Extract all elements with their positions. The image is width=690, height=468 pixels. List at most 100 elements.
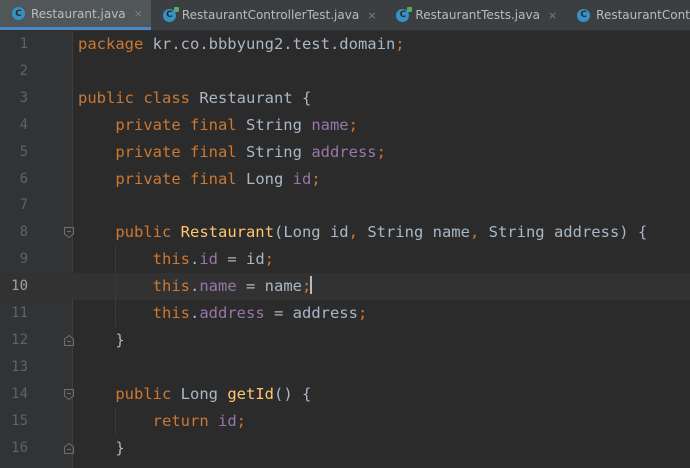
code-line[interactable]: 13 bbox=[0, 354, 690, 381]
keyword-token: ; bbox=[357, 304, 368, 322]
code-line[interactable]: 15 return id; bbox=[0, 408, 690, 435]
field-token: id bbox=[292, 169, 312, 188]
code-line[interactable]: 3 public class Restaurant { bbox=[0, 85, 690, 112]
code-line[interactable]: 2 bbox=[0, 58, 690, 85]
code-line[interactable]: 16 } bbox=[0, 435, 690, 462]
code-token: Long bbox=[245, 169, 293, 188]
code-line[interactable]: 14 public Long getId() { bbox=[0, 381, 690, 408]
code-text: private final String address; bbox=[78, 139, 386, 166]
tab-restaurant[interactable]: C Restaurant.java × bbox=[0, 0, 151, 30]
line-number: 16 bbox=[11, 439, 28, 456]
code-token: . bbox=[189, 277, 200, 296]
keyword-token: private final bbox=[78, 169, 246, 188]
keyword-token: return bbox=[78, 411, 218, 430]
fold-marker-icon[interactable] bbox=[64, 334, 74, 346]
tab-restaurantcontrollertest[interactable]: C RestaurantControllerTest.java × bbox=[151, 0, 385, 30]
code-line[interactable]: 8 public Restaurant(Long id, String name… bbox=[0, 219, 690, 246]
test-class-icon: C bbox=[162, 6, 179, 22]
line-number: 2 bbox=[19, 62, 28, 79]
fold-marker-icon[interactable] bbox=[64, 227, 74, 239]
keyword-token: private final bbox=[78, 142, 246, 161]
keyword-token: public bbox=[78, 384, 181, 403]
line-number: 15 bbox=[11, 412, 28, 429]
keyword-token: public bbox=[78, 223, 181, 242]
keyword-token: ; bbox=[348, 115, 358, 134]
code-token: . bbox=[189, 250, 200, 269]
code-text: this.id = id; bbox=[78, 246, 274, 273]
line-number: 9 bbox=[19, 251, 28, 268]
code-text: return id; bbox=[78, 408, 246, 435]
line-number: 14 bbox=[11, 385, 28, 402]
code-line[interactable]: 12 } bbox=[0, 327, 690, 354]
close-icon[interactable]: × bbox=[367, 9, 376, 22]
fold-marker-icon[interactable] bbox=[64, 442, 74, 454]
field-token: name bbox=[199, 277, 237, 296]
tab-label: RestaurantTests.java bbox=[415, 8, 540, 22]
code-token: String name bbox=[367, 223, 470, 242]
code-token: = address bbox=[264, 304, 358, 322]
code-line[interactable]: 7 bbox=[0, 192, 690, 219]
line-number: 12 bbox=[11, 331, 28, 348]
code-text: public Long getId() { bbox=[78, 381, 311, 408]
line-number: 5 bbox=[19, 143, 28, 160]
code-line[interactable]: 5 private final String address; bbox=[0, 139, 690, 166]
tab-restauranttests[interactable]: C RestaurantTests.java × bbox=[384, 0, 565, 30]
code-token: = id bbox=[218, 250, 265, 269]
code-token: String bbox=[245, 115, 312, 134]
class-icon: C bbox=[12, 7, 25, 20]
line-number: 10 bbox=[11, 278, 28, 295]
code-token: = name bbox=[236, 277, 302, 296]
field-token: id bbox=[217, 411, 237, 430]
method-token: getId bbox=[227, 384, 274, 403]
keyword-token: private final bbox=[78, 115, 246, 134]
keyword-token: ; bbox=[264, 250, 275, 269]
close-icon[interactable]: × bbox=[134, 7, 143, 20]
code-line[interactable]: 10 this.name = name; bbox=[0, 273, 690, 300]
code-text: this.name = name; bbox=[78, 273, 313, 300]
close-icon[interactable]: × bbox=[548, 9, 557, 22]
keyword-token: this bbox=[78, 277, 190, 296]
field-token: address bbox=[311, 142, 377, 161]
code-token: String bbox=[245, 142, 312, 161]
code-token: } bbox=[78, 438, 125, 457]
keyword-token: ; bbox=[236, 411, 246, 430]
indent-guide bbox=[115, 246, 116, 327]
code-editor[interactable]: 1 package kr.co.bbbyung2.test.domain; 2 3 pu… bbox=[0, 31, 690, 468]
code-text: this.address = address; bbox=[78, 300, 368, 327]
code-text: package kr.co.bbbyung2.test.domain; bbox=[78, 31, 405, 58]
code-text: public Restaurant(Long id, String name, … bbox=[78, 219, 647, 246]
keyword-token: ; bbox=[395, 35, 405, 53]
tab-label: RestaurantController.java bbox=[596, 8, 690, 22]
keyword-token: ; bbox=[311, 169, 321, 188]
code-token: Restaurant { bbox=[199, 88, 312, 107]
method-token: Restaurant bbox=[180, 223, 274, 242]
keyword-token: public class bbox=[78, 88, 200, 107]
keyword-token: package bbox=[78, 35, 153, 53]
code-text: private final Long id; bbox=[78, 166, 321, 193]
text-caret bbox=[310, 276, 313, 295]
field-token: name bbox=[311, 115, 349, 134]
line-number: 7 bbox=[19, 197, 28, 214]
code-line[interactable]: 6 private final Long id; bbox=[0, 166, 690, 193]
keyword-token: , bbox=[348, 223, 368, 242]
line-number: 3 bbox=[19, 89, 28, 106]
editor-tab-bar: C Restaurant.java × C RestaurantControllerTe… bbox=[0, 0, 690, 31]
code-token: () { bbox=[274, 384, 312, 403]
code-text: private final String name; bbox=[78, 112, 358, 139]
fold-marker-icon[interactable] bbox=[64, 388, 74, 400]
code-line[interactable]: 1 package kr.co.bbbyung2.test.domain; bbox=[0, 31, 690, 58]
test-class-icon: C bbox=[396, 6, 413, 22]
tab-label: Restaurant.java bbox=[31, 6, 126, 21]
code-line[interactable]: 9 this.id = id; bbox=[0, 246, 690, 273]
tab-restaurantcontroller[interactable]: C RestaurantController.java bbox=[565, 0, 690, 30]
keyword-token: this bbox=[78, 250, 190, 269]
identifier-token: kr.co.bbbyung2.test.domain bbox=[152, 35, 396, 53]
code-token: } bbox=[78, 330, 125, 349]
line-number: 13 bbox=[11, 358, 28, 375]
code-line[interactable]: 11 this.address = address; bbox=[0, 300, 690, 327]
code-line[interactable]: 4 private final String name; bbox=[0, 112, 690, 139]
code-text: public class Restaurant { bbox=[78, 85, 311, 112]
code-text: } bbox=[78, 435, 125, 462]
field-token: id bbox=[199, 250, 218, 269]
code-token: String address) { bbox=[488, 223, 648, 242]
